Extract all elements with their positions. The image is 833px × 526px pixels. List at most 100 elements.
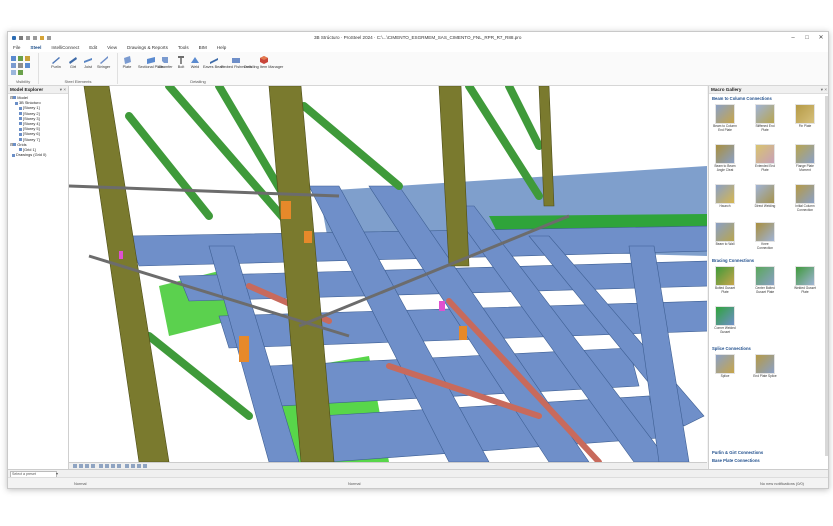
pin-icon[interactable]: ▾ ×: [821, 86, 827, 93]
zoom-extents-icon[interactable]: [99, 464, 103, 468]
render-mode-icon[interactable]: [125, 464, 129, 468]
model-explorer-title: Model Explorer: [10, 87, 44, 92]
tab-file[interactable]: File: [8, 44, 25, 52]
macro-item[interactable]: End Plate Splice: [753, 354, 777, 379]
macro-item[interactable]: Initial Column Connection: [793, 184, 817, 212]
ribbon: Visibility Purlin Girt Joist Stringer St…: [8, 52, 828, 86]
section-header-bracing[interactable]: Bracing Connections: [712, 258, 754, 263]
macro-item[interactable]: Welded Gusset Plate: [793, 266, 817, 294]
joist-icon: [84, 58, 92, 63]
structural-model-render[interactable]: [69, 86, 707, 462]
plate-icon: [124, 56, 131, 64]
view-top-icon[interactable]: [73, 464, 77, 468]
macro-thumbnail: [795, 144, 815, 164]
visibility-icon[interactable]: [11, 56, 16, 61]
section-header-splice[interactable]: Splice Connections: [712, 346, 751, 351]
status-mode-left: Normal: [74, 481, 87, 486]
tab-tools[interactable]: Tools: [173, 44, 194, 52]
show-all-icon[interactable]: [11, 63, 16, 68]
group-label-visibility: Visibility: [15, 79, 31, 84]
macro-item[interactable]: Splice: [713, 354, 737, 379]
tab-drawings-reports[interactable]: Drawings & Reports: [122, 44, 173, 52]
tab-bim[interactable]: BIM: [194, 44, 212, 52]
group-label-detailing: Detailing: [190, 79, 206, 84]
girt-button[interactable]: Girt: [68, 55, 78, 69]
fit-view-icon[interactable]: [137, 464, 141, 468]
pin-icon[interactable]: ▾ ×: [60, 86, 66, 93]
stringer-button[interactable]: Stringer: [97, 55, 110, 69]
view-front-icon[interactable]: [79, 464, 83, 468]
tab-edit[interactable]: Edit: [84, 44, 102, 52]
macro-item[interactable]: Beam to Beam Angle Cleat: [713, 144, 737, 172]
macro-item[interactable]: Knee Connection: [753, 222, 777, 250]
macro-thumbnail: [715, 306, 735, 326]
model-explorer-header: Model Explorer ▾ ×: [8, 86, 68, 94]
storey-icon: [19, 106, 22, 110]
pan-icon[interactable]: [111, 464, 115, 468]
section-header-purlin-girt[interactable]: Purlin & Girt Connections: [712, 450, 763, 455]
tree-node-drawings[interactable]: Drawings (Grid 0): [10, 152, 68, 157]
eaves-beam-icon: [209, 58, 218, 64]
weld-icon: [191, 57, 199, 63]
open-icon[interactable]: [40, 36, 44, 40]
hide-icon[interactable]: [18, 56, 23, 61]
macro-thumbnail: [715, 266, 735, 286]
macro-item[interactable]: Corner Welded Gusset: [713, 306, 737, 334]
bolt-button[interactable]: Bolt: [176, 55, 186, 69]
section-header-beam-to-column[interactable]: Beam to Column Connections: [712, 96, 772, 101]
gallery-scrollbar[interactable]: [825, 96, 828, 456]
clip-icon[interactable]: [18, 70, 23, 75]
macro-item[interactable]: Direct Welding: [753, 184, 777, 209]
macro-item[interactable]: Fin Plate: [793, 104, 817, 129]
dropdown-chevron-icon[interactable]: ▾: [56, 471, 58, 476]
macro-item[interactable]: Beam to Column End Plate: [713, 104, 737, 132]
app-logo-icon: [12, 36, 16, 40]
section-box-icon[interactable]: [131, 464, 135, 468]
macro-thumbnail: [715, 222, 735, 242]
weld-button[interactable]: Weld: [190, 55, 200, 69]
notification-status[interactable]: No new notifications (0/0): [760, 481, 804, 486]
macro-gallery-pane: Macro Gallery ▾ × Beam to Column Connect…: [708, 86, 828, 469]
macro-item[interactable]: Stiffened End Plate: [753, 104, 777, 132]
girt-icon: [69, 57, 77, 64]
stringer-icon: [99, 56, 108, 64]
detailing-item-manager-button[interactable]: Detailing Item Manager: [244, 55, 283, 69]
sectional-plate-icon: [146, 57, 155, 64]
display-style-icon[interactable]: [143, 464, 147, 468]
macro-item[interactable]: Haunch: [713, 184, 737, 209]
joist-button[interactable]: Joist: [83, 55, 93, 69]
tab-help[interactable]: Help: [212, 44, 231, 52]
chamfer-button[interactable]: Chamfer: [158, 55, 173, 69]
section-icon[interactable]: [11, 70, 16, 75]
isolate-icon[interactable]: [25, 56, 30, 61]
view-right-icon[interactable]: [85, 464, 89, 468]
rotate-icon[interactable]: [117, 464, 121, 468]
view-iso-icon[interactable]: [91, 464, 95, 468]
purlin-button[interactable]: Purlin: [51, 55, 61, 69]
macro-item[interactable]: Bolted Gusset Plate: [713, 266, 737, 294]
layers-icon[interactable]: [25, 63, 30, 68]
macro-item[interactable]: Beam to Wall: [713, 222, 737, 247]
maximize-button[interactable]: □: [800, 32, 814, 44]
macro-thumbnail: [755, 144, 775, 164]
macro-item[interactable]: Flange Plate Moment: [793, 144, 817, 172]
plate-button[interactable]: Plate: [122, 55, 132, 69]
redo-icon[interactable]: [33, 36, 37, 40]
tab-intelliconnect[interactable]: IntelliConnect: [46, 44, 84, 52]
save-icon[interactable]: [19, 36, 23, 40]
undo-icon[interactable]: [26, 36, 30, 40]
3d-viewport[interactable]: [69, 86, 707, 462]
print-icon[interactable]: [47, 36, 51, 40]
tab-view[interactable]: View: [102, 44, 122, 52]
section-header-base-plate[interactable]: Base Plate Connections: [712, 458, 760, 463]
macro-thumbnail: [795, 184, 815, 204]
ribbon-group-visibility: Visibility: [8, 53, 39, 84]
macro-thumbnail: [715, 104, 735, 124]
filter-icon[interactable]: [18, 63, 23, 68]
macro-item[interactable]: Extended End Plate: [753, 144, 777, 172]
minimize-button[interactable]: –: [786, 32, 800, 44]
zoom-window-icon[interactable]: [105, 464, 109, 468]
macro-item[interactable]: Center Bolted Gusset Plate: [753, 266, 777, 294]
bolt-icon: [178, 56, 184, 64]
close-button[interactable]: ✕: [814, 32, 828, 44]
